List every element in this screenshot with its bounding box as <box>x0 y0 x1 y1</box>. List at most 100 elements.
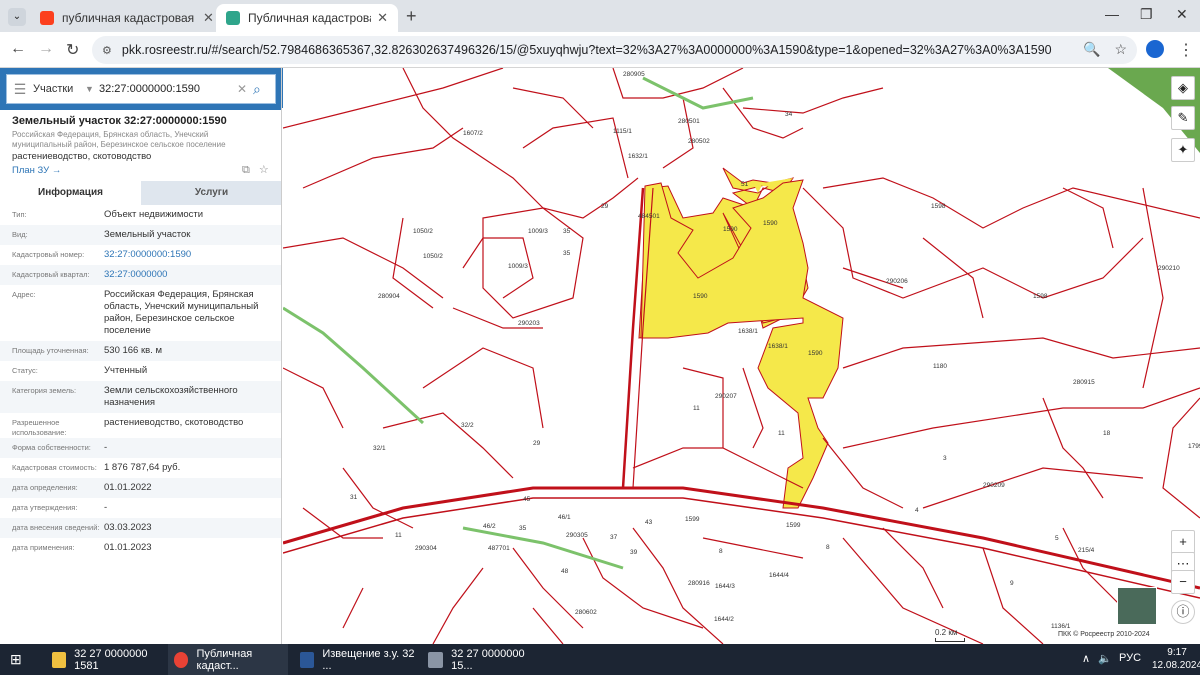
forward-arrow-icon[interactable]: → <box>38 40 54 58</box>
address-bar: ← → ↻ ⚙ pkk.rosreestr.ru/#/search/52.798… <box>0 32 1200 68</box>
parcel-boundary <box>283 367 344 429</box>
info-value[interactable]: 32:27:0000000 <box>104 265 274 285</box>
zoom-out-button[interactable]: − <box>1171 570 1195 594</box>
parcel-label: 1590 <box>763 220 778 227</box>
parcel-label: 290305 <box>566 532 588 539</box>
pencil-icon[interactable]: ✎ <box>1171 106 1195 130</box>
taskbar-label: 32 27 0000000 15... <box>451 647 525 672</box>
info-row: дата утверждения: - <box>0 498 281 518</box>
parcel-label: 31 <box>350 494 358 501</box>
scanner-icon <box>428 651 444 668</box>
copyright: ПКК © Росреестр 2010-2024 <box>1058 631 1150 638</box>
info-key: дата применения: <box>12 543 75 552</box>
parcel-label: 48 <box>561 568 569 575</box>
info-row: Разрешенное использование: растениеводств… <box>0 413 281 438</box>
close-window-button[interactable]: ✕ <box>1176 6 1188 23</box>
close-tab-icon[interactable]: ✕ <box>377 10 388 26</box>
browser-menu-icon[interactable]: ⋮ <box>1178 40 1194 60</box>
info-value[interactable]: 32:27:0000000:1590 <box>104 245 274 265</box>
info-tabs: Информация Услуги <box>0 181 281 205</box>
menu-icon[interactable]: ☰ <box>7 81 33 98</box>
info-key: Кадастровый квартал: <box>12 270 90 279</box>
close-tab-icon[interactable]: ✕ <box>203 10 214 26</box>
maximize-button[interactable]: ❐ <box>1140 6 1153 23</box>
browser-tab-rosreestr[interactable]: Публичная кадастровая карта ✕ <box>216 4 398 32</box>
tab-services[interactable]: Услуги <box>141 181 281 205</box>
parcel-label: 39 <box>630 549 638 556</box>
taskbar-item-word[interactable]: Извещение з.у. 32 ... <box>296 644 416 675</box>
zoom-in-button[interactable]: + <box>1171 530 1195 554</box>
clear-icon[interactable]: ✕ <box>237 82 253 96</box>
info-key: Адрес: <box>12 290 36 299</box>
parcel-label: 1599 <box>685 516 700 523</box>
chevron-down-icon[interactable]: ▼ <box>85 84 99 94</box>
new-tab-button[interactable]: + <box>406 6 417 27</box>
search-icon[interactable]: ⌕ <box>253 81 275 98</box>
map-canvas[interactable]: 2809052805012805021115/11632/11607/22948… <box>283 68 1200 644</box>
green-road <box>642 76 754 110</box>
search-input[interactable]: 32:27:0000000:1590 <box>99 83 237 95</box>
info-table: Тип: Объект недвижимости Вид: Земельный уча… <box>0 205 281 558</box>
info-value: 03.03.2023 <box>104 522 152 533</box>
tab-information[interactable]: Информация <box>0 181 141 205</box>
profile-avatar[interactable] <box>1146 40 1164 58</box>
clock-time: 9:17 <box>1167 647 1187 658</box>
info-value: 01.01.2022 <box>104 482 152 493</box>
search-box: ☰ Участки ▼ 32:27:0000000:1590 ✕ ⌕ <box>6 74 276 104</box>
locate-icon[interactable]: ✦ <box>1171 138 1195 162</box>
taskbar-item-scanner[interactable]: 32 27 0000000 15... <box>424 644 544 675</box>
parcel-label: 1644/3 <box>715 583 735 590</box>
map-scale: 0.2 км <box>935 628 965 642</box>
search-bar: ☰ Участки ▼ 32:27:0000000:1590 ✕ ⌕ <box>0 68 281 110</box>
taskbar-item-chrome[interactable]: Публичная кадаст... <box>168 644 288 675</box>
back-arrow-icon[interactable]: ← <box>10 40 26 58</box>
bookmark-star-icon[interactable]: ☆ <box>1114 41 1127 58</box>
green-road <box>283 306 425 425</box>
language-indicator[interactable]: РУС <box>1119 652 1141 664</box>
parcel-boundary <box>632 447 804 489</box>
parcel-label: 1136/1 <box>1051 623 1071 630</box>
parcel-label: 29 <box>533 440 541 447</box>
info-row: Категория земель: Земли сельскохозяйствен… <box>0 381 281 413</box>
info-key: Кадастровый номер: <box>12 250 85 259</box>
zoom-icon[interactable]: 🔍 <box>1083 41 1100 58</box>
info-circle-icon[interactable]: ⓘ <box>1171 600 1195 624</box>
system-clock[interactable]: 9:17 12.08.2024 <box>1152 646 1200 672</box>
info-key: Статус: <box>12 366 38 375</box>
taskbar-item-folder[interactable]: 32 27 0000000 1581 <box>48 644 163 675</box>
url-field[interactable]: ⚙ pkk.rosreestr.ru/#/search/52.798468636… <box>92 36 1137 64</box>
parcel-label: 51 <box>741 181 749 188</box>
parcel-label: 34 <box>785 111 793 118</box>
chevron-up-icon[interactable]: ∧ <box>1082 652 1090 665</box>
site-settings-icon[interactable]: ⚙ <box>102 44 112 57</box>
clock-date: 12.08.2024 <box>1152 660 1200 671</box>
info-key: дата утверждения: <box>12 503 78 512</box>
parcel-label: 29 <box>601 203 609 210</box>
search-type-select[interactable]: Участки <box>33 83 85 95</box>
info-value: 01.01.2023 <box>104 542 152 553</box>
basemap-thumbnail[interactable] <box>1117 587 1157 625</box>
parcel-label: 8 <box>826 544 830 551</box>
parcel-label: 280904 <box>378 293 400 300</box>
volume-icon[interactable]: 🔈 <box>1098 652 1112 665</box>
parcel-label: 290207 <box>715 393 737 400</box>
info-row: дата применения: 01.01.2023 <box>0 538 281 558</box>
browser-tab-yandex[interactable]: публичная кадастровая карта ✕ <box>30 4 224 32</box>
start-icon[interactable]: ⊞ <box>10 644 22 675</box>
plan-link[interactable]: План ЗУ → <box>12 165 61 176</box>
favorite-star-icon[interactable]: ☆ <box>259 164 269 176</box>
layers-icon[interactable]: ◈ <box>1171 76 1195 100</box>
tab-search-button[interactable]: ⌄ <box>8 8 26 26</box>
parcel-boundary <box>1042 397 1104 499</box>
parcel-label: 484501 <box>638 213 660 220</box>
browser-tab-strip: ⌄ публичная кадастровая карта ✕ Публична… <box>0 0 1200 32</box>
info-value: растениеводство, скотоводство <box>104 417 244 428</box>
windows-taskbar: ⊞ 32 27 0000000 1581 Публичная кадаст...… <box>0 644 1200 675</box>
share-icon[interactable]: ⧉ <box>242 164 250 176</box>
cadastral-map[interactable]: 280905 280501 280502 1115/1 1632/1 1607/2 29 48… <box>283 68 1200 644</box>
parcel-label: 1598 <box>1033 293 1048 300</box>
object-address: Российская Федерация, Брянская область, … <box>12 130 226 149</box>
info-value: Объект недвижимости <box>104 209 204 220</box>
minimize-button[interactable]: — <box>1105 6 1119 22</box>
reload-icon[interactable]: ↻ <box>66 40 79 60</box>
